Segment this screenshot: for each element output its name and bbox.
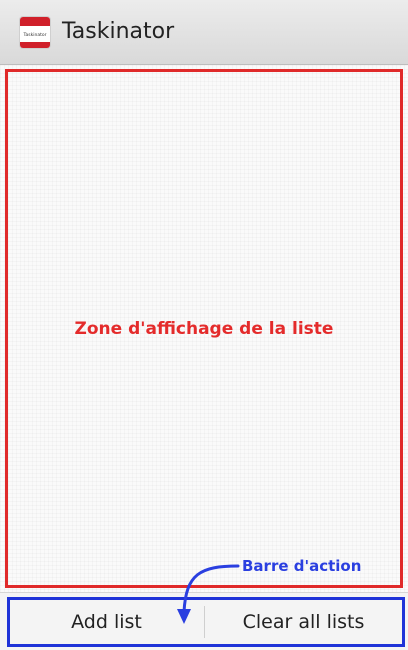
list-zone-annotation: Zone d'affichage de la liste (74, 319, 334, 339)
app-bar: Taskinator Taskinator (0, 0, 408, 65)
action-bar-annotation: Barre d'action (242, 557, 362, 575)
add-list-button[interactable]: Add list (10, 597, 203, 647)
notepad-app-icon: Taskinator (19, 16, 51, 49)
svg-text:Taskinator: Taskinator (23, 32, 47, 38)
clear-all-lists-button[interactable]: Clear all lists (205, 597, 402, 647)
app-title: Taskinator (62, 19, 175, 44)
